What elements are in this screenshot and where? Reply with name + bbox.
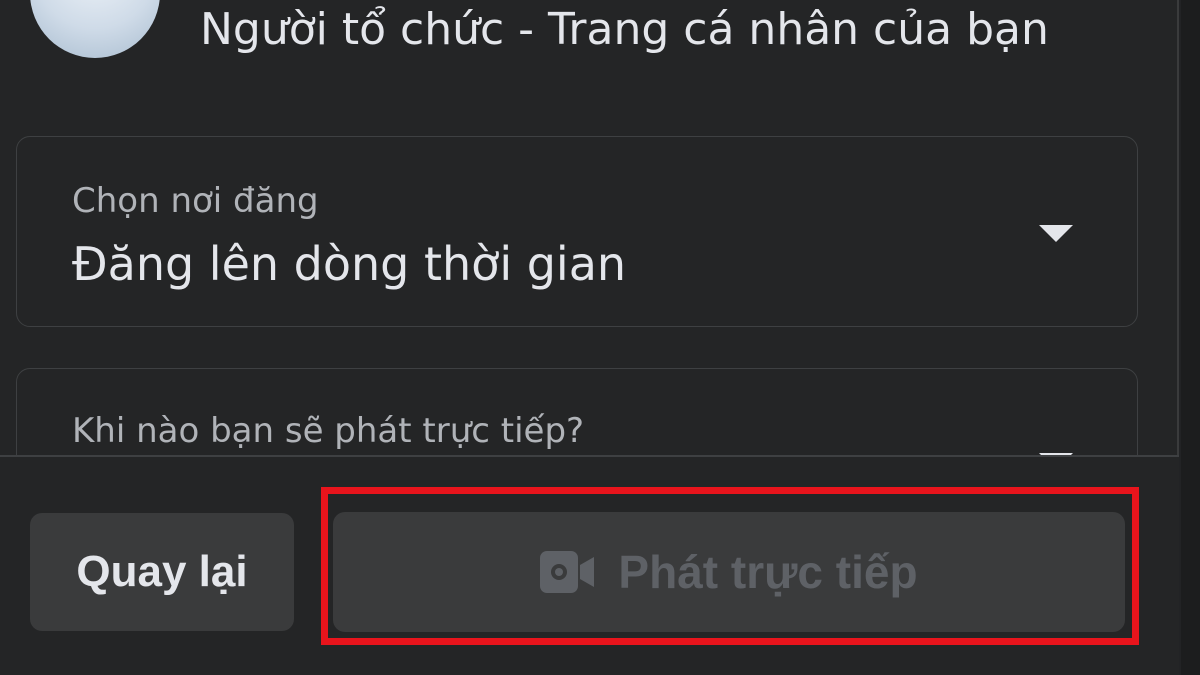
video-camera-icon — [540, 551, 595, 593]
profile-header: Người tổ chức - Trang cá nhân của bạn — [0, 0, 1179, 60]
post-location-dropdown[interactable]: Chọn nơi đăng Đăng lên dòng thời gian — [16, 136, 1138, 327]
back-button-label: Quay lại — [76, 547, 248, 596]
scroll-edge — [1181, 0, 1200, 675]
avatar — [30, 0, 160, 58]
post-location-value: Đăng lên dòng thời gian — [72, 237, 627, 291]
post-location-label: Chọn nơi đăng — [72, 181, 319, 221]
chevron-down-icon — [1039, 225, 1073, 242]
live-video-setup-panel: Người tổ chức - Trang cá nhân của bạn Ch… — [0, 0, 1179, 675]
back-button[interactable]: Quay lại — [30, 513, 294, 631]
go-live-button[interactable]: Phát trực tiếp — [333, 512, 1125, 632]
schedule-label: Khi nào bạn sẽ phát trực tiếp? — [72, 411, 585, 451]
profile-subtitle: Người tổ chức - Trang cá nhân của bạn — [200, 4, 1049, 55]
footer-actions: Quay lại Phát trực tiếp — [0, 455, 1179, 675]
go-live-button-label: Phát trực tiếp — [618, 546, 918, 598]
